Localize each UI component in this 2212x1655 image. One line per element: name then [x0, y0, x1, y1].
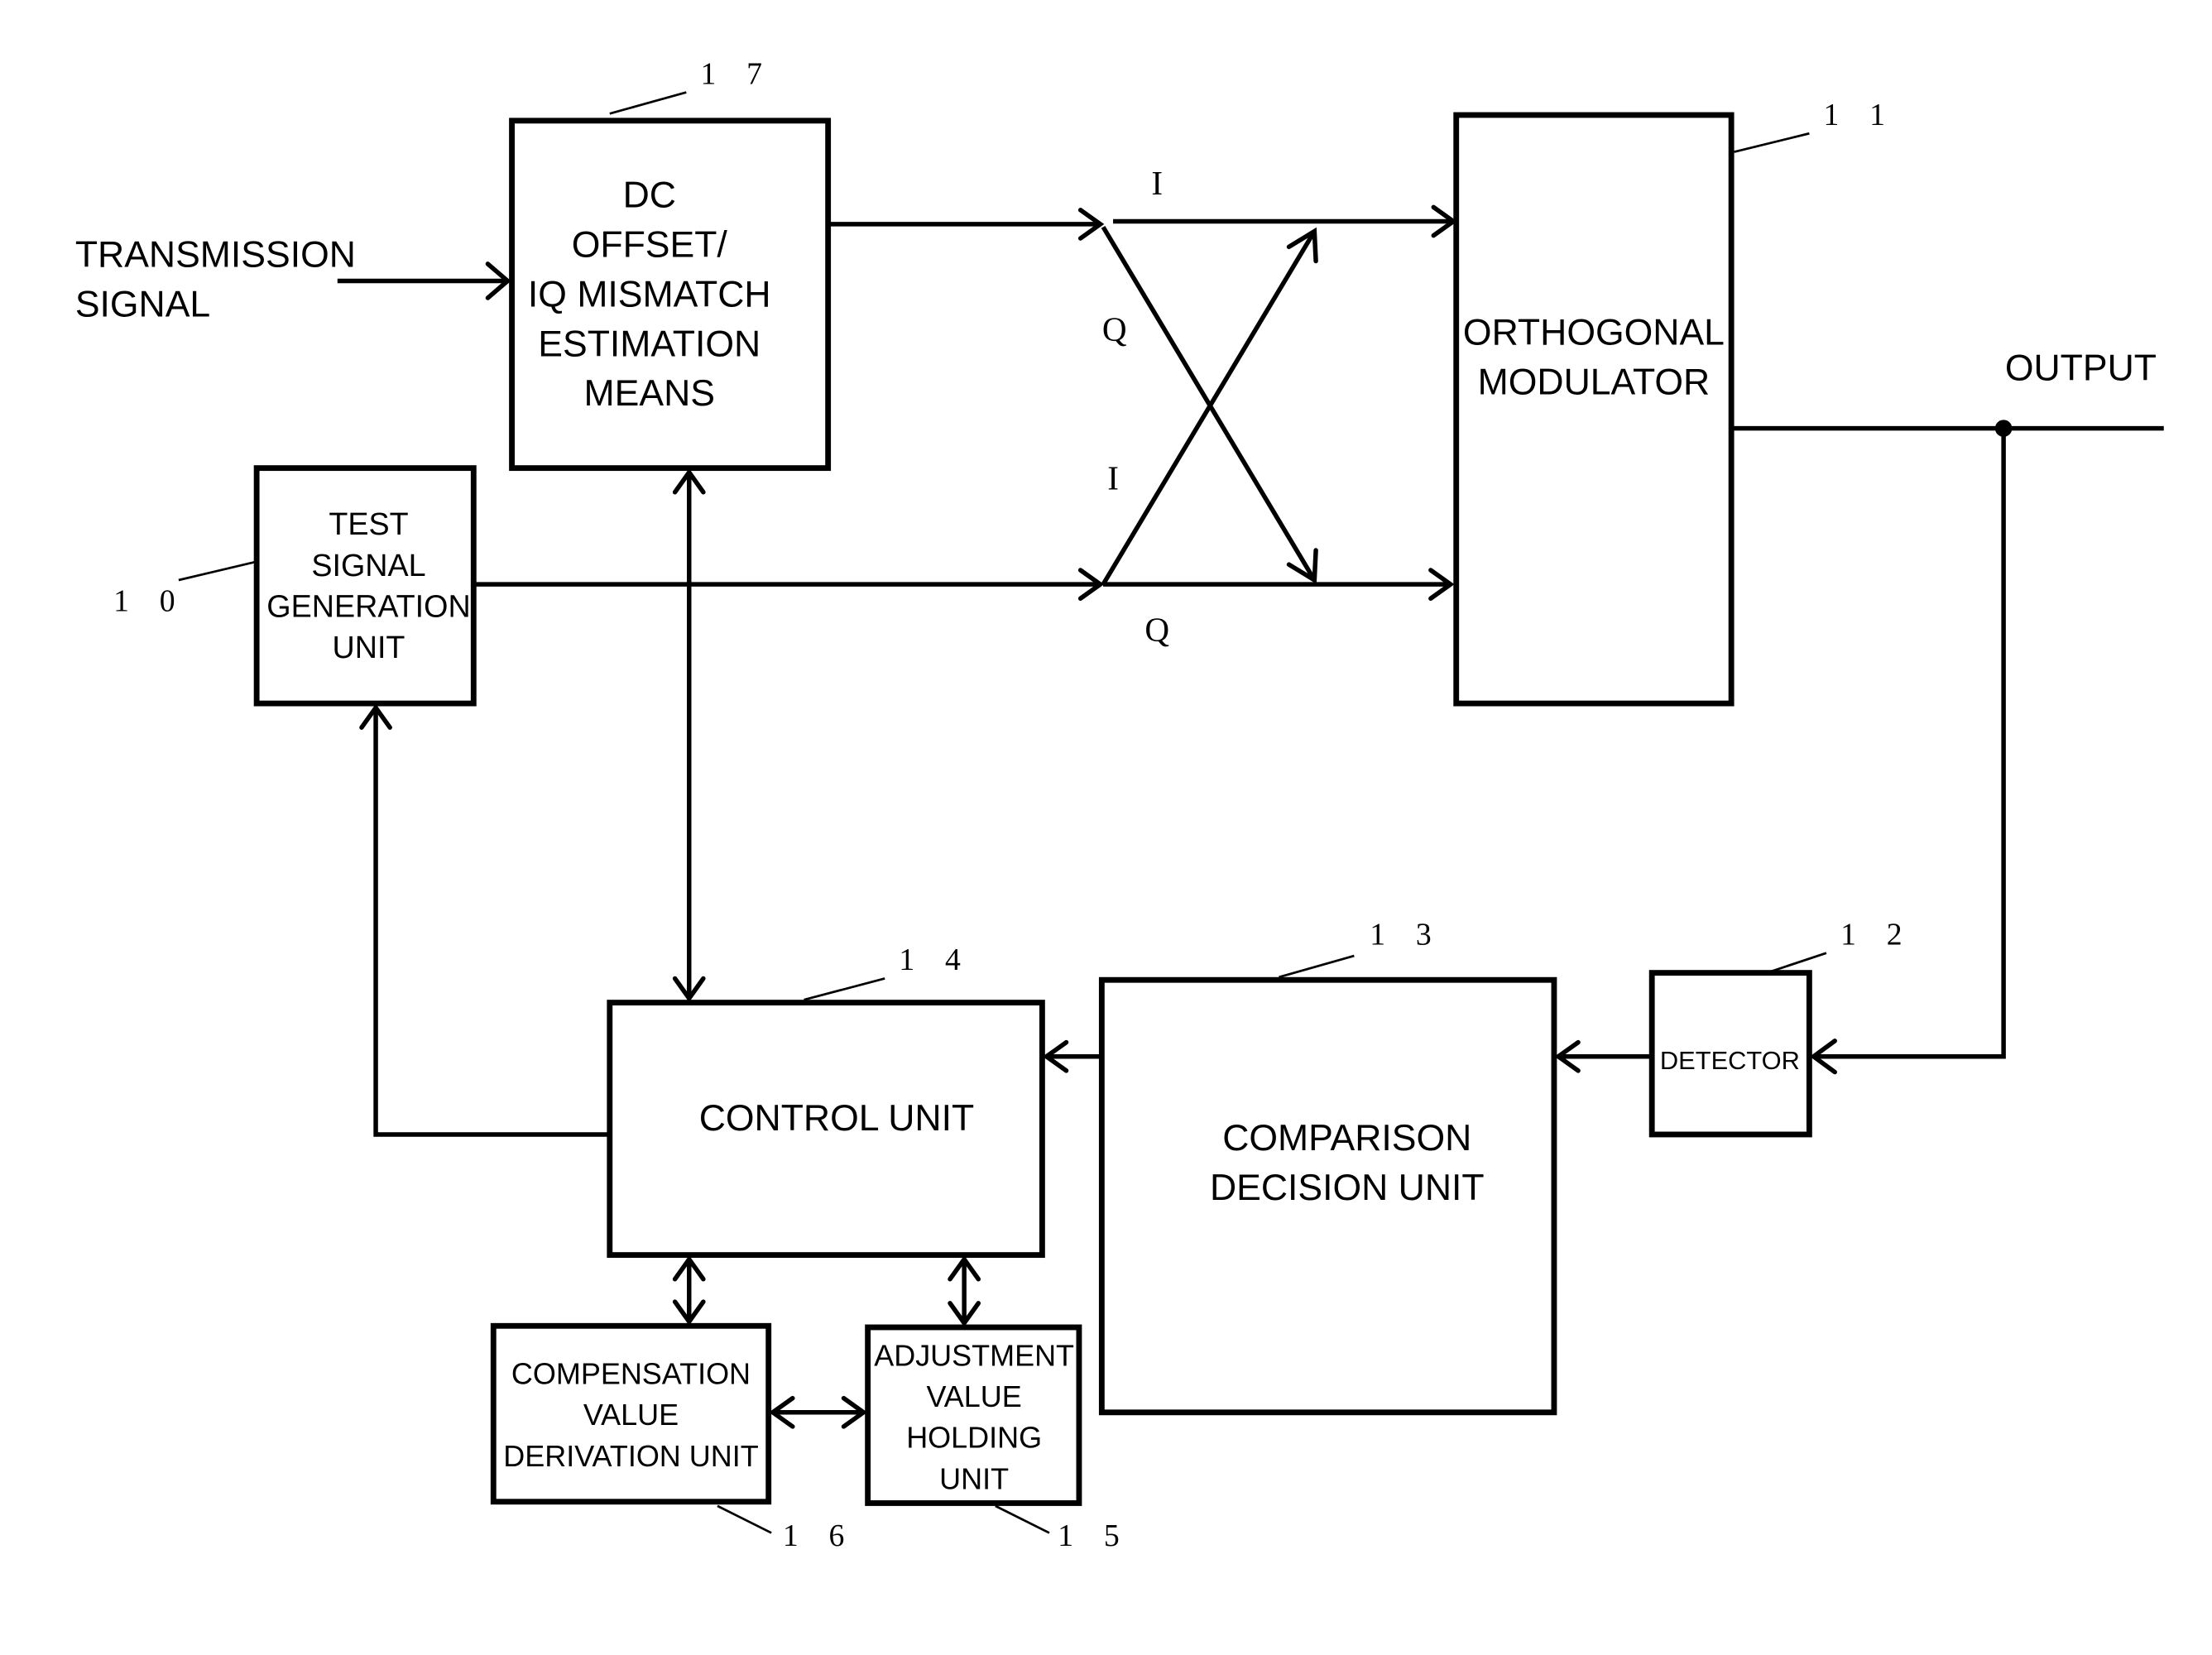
ref-15-label: 1 5 [1058, 1518, 1130, 1553]
signal-label-i-cross: I [1107, 458, 1119, 496]
dc-offset-iq-mismatch-estimation-block[interactable]: DC OFFSET/ IQ MISMATCH ESTIMATION MEANS [509, 118, 832, 472]
adjustment-line-1: ADJUSTMENT [874, 1338, 1074, 1372]
dc-block-line-3: IQ MISMATCH [528, 274, 771, 314]
signal-label-i-top: I [1151, 164, 1163, 202]
adjustment-value-holding-block[interactable]: ADJUSTMENT VALUE HOLDING UNIT [865, 1324, 1082, 1506]
ref-12-label: 1 2 [1840, 917, 1913, 952]
transmission-signal-line-1: TRANSMISSION [75, 234, 356, 275]
compensation-line-3: DERIVATION UNIT [503, 1439, 758, 1473]
comparison-decision-block[interactable]: COMPARISON DECISION UNIT [1098, 976, 1557, 1416]
detector-label: DETECTOR [1660, 1046, 1800, 1075]
ref-10-label: 1 0 [113, 584, 186, 619]
compensation-line-1: COMPENSATION [511, 1357, 751, 1391]
block-diagram: TRANSMISSION SIGNAL DC OFFSET/ IQ MISMAT… [0, 0, 2212, 1655]
ref-17-label: 1 7 [700, 56, 773, 91]
ref-14-label: 1 4 [899, 943, 972, 977]
dc-block-line-5: MEANS [584, 373, 715, 414]
dc-block-line-1: DC [623, 175, 676, 215]
comparison-line-2: DECISION UNIT [1210, 1168, 1485, 1208]
modulator-line-1: ORTHOGONAL [1463, 313, 1725, 353]
output-label: OUTPUT [2005, 348, 2157, 388]
test-block-line-2: SIGNAL [311, 548, 425, 583]
adjustment-line-3: HOLDING [906, 1421, 1042, 1455]
test-block-line-3: GENERATION [266, 589, 470, 624]
modulator-line-2: MODULATOR [1478, 362, 1711, 403]
dc-block-line-2: OFFSET/ [572, 224, 728, 265]
compensation-value-derivation-block[interactable]: COMPENSATION VALUE DERIVATION UNIT [490, 1322, 772, 1505]
control-unit-block[interactable]: CONTROL UNIT [607, 1000, 1045, 1259]
compensation-line-2: VALUE [583, 1398, 679, 1432]
test-block-line-4: UNIT [333, 630, 405, 664]
transmission-signal-line-2: SIGNAL [75, 284, 210, 324]
detector-block[interactable]: DETECTOR [1648, 970, 1812, 1138]
adjustment-line-2: VALUE [926, 1379, 1021, 1413]
ref-16-label: 1 6 [783, 1518, 856, 1553]
signal-label-q-bottom: Q [1144, 611, 1169, 649]
test-signal-generation-block[interactable]: TEST SIGNAL GENERATION UNIT [253, 465, 477, 707]
test-block-line-1: TEST [329, 506, 408, 541]
dc-block-line-4: ESTIMATION [538, 324, 761, 364]
adjustment-line-4: UNIT [939, 1461, 1009, 1495]
orthogonal-modulator-block[interactable]: ORTHOGONAL MODULATOR [1453, 112, 1735, 707]
ref-13-label: 1 3 [1370, 917, 1442, 952]
ref-11-label: 1 1 [1824, 98, 1897, 132]
control-unit-label: CONTROL UNIT [699, 1098, 974, 1139]
signal-label-q-cross: Q [1102, 309, 1127, 348]
comparison-line-1: COMPARISON [1222, 1118, 1471, 1158]
